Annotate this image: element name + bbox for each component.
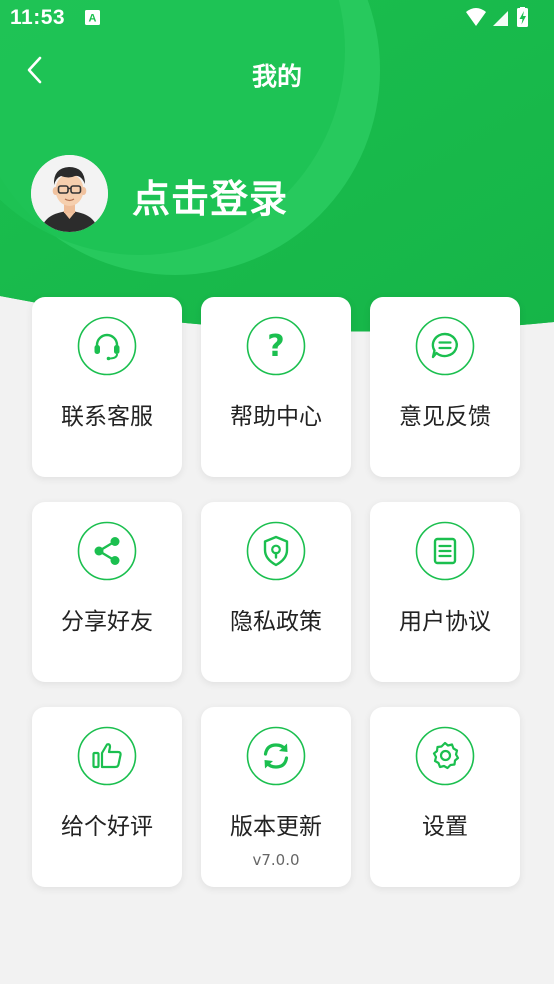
menu-item-user-agreement[interactable]: 用户协议 [370,502,520,682]
svg-text:?: ? [267,329,284,364]
menu-item-label: 帮助中心 [230,404,322,430]
version-number: v7.0.0 [252,851,300,869]
document-icon [415,521,475,581]
share-icon [77,521,137,581]
menu-item-version-update[interactable]: 版本更新 v7.0.0 [201,707,351,887]
chat-bubble-icon [415,316,475,376]
thumbs-up-icon [77,726,137,786]
menu-item-label: 意见反馈 [399,404,491,430]
menu-item-label: 联系客服 [61,404,153,430]
menu-item-share-friends[interactable]: 分享好友 [32,502,182,682]
menu-item-rate-app[interactable]: 给个好评 [32,707,182,887]
menu-item-label: 设置 [422,814,468,840]
menu-item-help-center[interactable]: ? 帮助中心 [201,297,351,477]
shield-icon [246,521,306,581]
menu-item-label: 给个好评 [61,814,153,840]
menu-item-label: 分享好友 [61,609,153,635]
menu-grid: 联系客服 ? 帮助中心 意见反馈 分享好友 隐私政策 用户协议 给个好评 版本更… [0,0,554,984]
menu-item-label: 用户协议 [399,609,491,635]
question-mark-icon: ? [246,316,306,376]
refresh-icon [246,726,306,786]
menu-item-label: 版本更新 [230,814,322,840]
menu-item-feedback[interactable]: 意见反馈 [370,297,520,477]
gear-icon [415,726,475,786]
headset-icon [77,316,137,376]
menu-item-label: 隐私政策 [230,609,322,635]
menu-item-settings[interactable]: 设置 [370,707,520,887]
menu-item-privacy-policy[interactable]: 隐私政策 [201,502,351,682]
menu-item-contact-service[interactable]: 联系客服 [32,297,182,477]
